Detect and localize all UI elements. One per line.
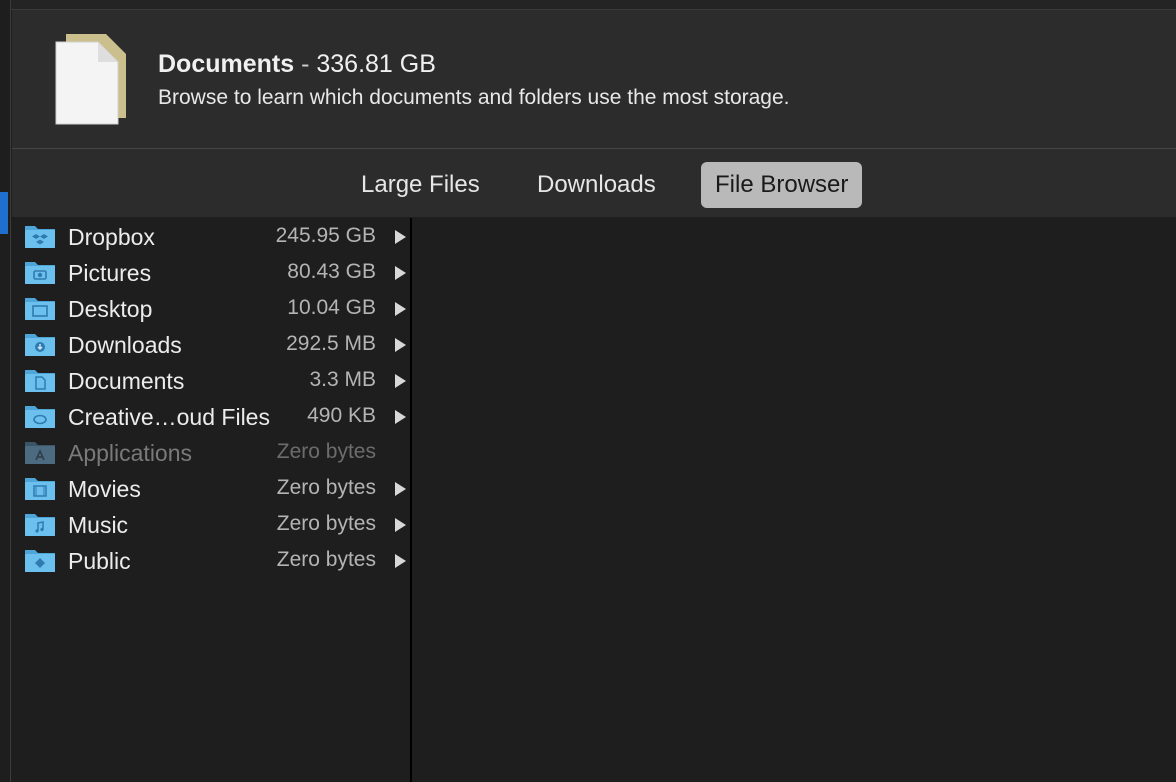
folder-name: Desktop	[68, 296, 153, 322]
folder-name: Downloads	[68, 332, 182, 358]
folder-name: Dropbox	[68, 224, 155, 250]
folder-size: Zero bytes	[276, 476, 376, 499]
folder-row[interactable]: Applications Zero bytes	[12, 435, 410, 471]
folder-row[interactable]: Movies Zero bytes	[12, 471, 410, 507]
public-folder-icon	[25, 550, 55, 572]
folder-name: Music	[68, 512, 129, 538]
dropbox-folder-icon	[25, 226, 55, 248]
disclosure-arrow-icon[interactable]	[395, 410, 406, 424]
folder-list: Dropbox 245.95 GB Pictures 80.43 GB Deskto…	[12, 218, 412, 782]
tab-downloads[interactable]: Downloads	[523, 162, 670, 208]
folder-row[interactable]: Documents 3.3 MB	[12, 363, 410, 399]
folder-row[interactable]: Downloads 292.5 MB	[12, 327, 410, 363]
folder-row[interactable]: Dropbox 245.95 GB	[12, 219, 410, 255]
tab-large-files[interactable]: Large Files	[347, 162, 494, 208]
folder-row[interactable]: Desktop 10.04 GB	[12, 291, 410, 327]
disclosure-arrow-icon[interactable]	[395, 230, 406, 244]
folder-size: 10.04 GB	[287, 296, 376, 319]
document-icon	[55, 34, 126, 125]
desktop-folder-icon	[25, 298, 55, 320]
folder-size: Zero bytes	[276, 512, 376, 535]
view-tabs: Large Files Downloads File Browser	[12, 149, 1176, 217]
disclosure-arrow-icon[interactable]	[395, 554, 406, 568]
documents-folder-icon	[25, 370, 55, 392]
folder-size: 245.95 GB	[275, 224, 376, 247]
folder-name: Applications	[68, 440, 193, 466]
browser-detail-column	[412, 218, 1176, 782]
disclosure-arrow-icon[interactable]	[395, 482, 406, 496]
folder-name: Pictures	[68, 260, 152, 286]
folder-size: 80.43 GB	[287, 260, 376, 283]
folder-name: Creative…oud Files	[68, 404, 270, 430]
folder-row[interactable]: Music Zero bytes	[12, 507, 410, 543]
movies-folder-icon	[25, 478, 55, 500]
folder-name: Documents	[68, 368, 185, 394]
window-top-edge	[0, 0, 1176, 10]
folder-size: 292.5 MB	[286, 332, 376, 355]
sidebar-selection-indicator	[0, 192, 8, 234]
folder-size: Zero bytes	[276, 440, 376, 463]
tab-file-browser[interactable]: File Browser	[701, 162, 863, 208]
folder-size: 3.3 MB	[309, 368, 376, 391]
title-separator: -	[301, 50, 310, 78]
folder-name: Movies	[68, 476, 141, 502]
applications-folder-icon	[25, 442, 55, 464]
disclosure-arrow-icon[interactable]	[395, 302, 406, 316]
category-header: Documents - 336.81 GB Browse to learn wh…	[12, 10, 1176, 149]
folder-row[interactable]: Public Zero bytes	[12, 543, 410, 579]
creative-cloud-folder-icon	[25, 406, 55, 428]
folder-row[interactable]: Pictures 80.43 GB	[12, 255, 410, 291]
category-name: Documents	[158, 50, 295, 78]
folder-row[interactable]: Creative…oud Files 490 KB	[12, 399, 410, 435]
folder-size: 490 KB	[307, 404, 376, 427]
left-sidebar-edge	[0, 0, 11, 782]
disclosure-arrow-icon[interactable]	[395, 374, 406, 388]
pictures-folder-icon	[25, 262, 55, 284]
disclosure-arrow-icon[interactable]	[395, 266, 406, 280]
folder-size: Zero bytes	[276, 548, 376, 571]
category-size: 336.81 GB	[316, 50, 436, 78]
disclosure-arrow-icon[interactable]	[395, 338, 406, 352]
disclosure-arrow-icon[interactable]	[395, 518, 406, 532]
page-title: Documents - 336.81 GB	[158, 50, 436, 79]
downloads-folder-icon	[25, 334, 55, 356]
folder-name: Public	[68, 548, 131, 574]
category-description: Browse to learn which documents and fold…	[158, 86, 790, 109]
music-folder-icon	[25, 514, 55, 536]
